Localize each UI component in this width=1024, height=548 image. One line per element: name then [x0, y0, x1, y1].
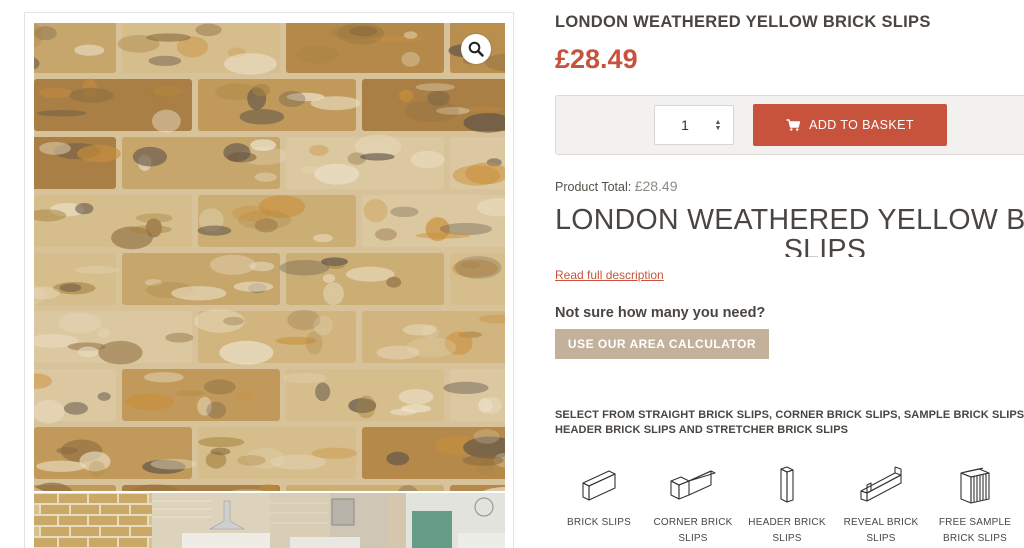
calculator-prompt: Not sure how many you need? — [555, 305, 766, 321]
product-total-label: Product Total: — [555, 180, 632, 194]
thumbnail-kitchen[interactable] — [152, 493, 270, 548]
brick — [198, 79, 361, 131]
zoom-button[interactable] — [461, 34, 491, 64]
thumbnail-living-room[interactable] — [388, 493, 505, 548]
description-preview: LONDON WEATHERED YELLOW BRICK SLIPS — [555, 205, 1024, 257]
add-to-basket-label: ADD TO BASKET — [809, 118, 914, 132]
slip-type-label: HEADER BRICK — [748, 517, 826, 528]
brick — [279, 253, 444, 306]
brick — [362, 79, 505, 133]
brick — [450, 137, 505, 189]
slip-type-corner-brick-slips[interactable]: CORNER BRICK SLIPS — [647, 463, 739, 547]
product-price: £28.49 — [555, 44, 638, 74]
brick — [34, 427, 197, 479]
description-heading: LONDON WEATHERED YELLOW BRICK SLIPS — [555, 205, 1024, 257]
read-full-description-link[interactable]: Read full description — [555, 268, 664, 282]
reveal-brick-icon — [860, 466, 902, 502]
brick — [197, 195, 356, 247]
brick — [34, 369, 116, 424]
brick — [34, 195, 192, 250]
brick — [286, 485, 444, 491]
brick — [362, 427, 505, 479]
brick — [450, 485, 505, 491]
brick — [286, 134, 445, 189]
slip-type-label-line2: SLIPS — [678, 533, 708, 544]
slip-type-label: BRICK SLIPS — [567, 517, 631, 528]
brick — [34, 23, 116, 73]
quantity-stepper[interactable]: 1 ▲ ▼ — [654, 105, 734, 145]
slip-type-label: FREE SAMPLE — [938, 517, 1012, 528]
brick — [282, 369, 444, 421]
product-gallery — [24, 12, 514, 548]
brick — [34, 78, 192, 133]
product-title: LONDON WEATHERED YELLOW BRICK SLIPS — [555, 13, 931, 31]
brick-wall-image — [34, 23, 505, 491]
brick — [34, 311, 194, 365]
slip-type-brick-slips[interactable]: BRICK SLIPS — [553, 463, 645, 531]
brick — [34, 137, 121, 189]
slip-type-header-brick-slips[interactable]: HEADER BRICK SLIPS — [741, 463, 833, 547]
quantity-spinner[interactable]: ▲ ▼ — [714, 119, 722, 133]
slip-type-options: BRICK SLIPS CORNER BRICK SLIPS HEADER BR… — [555, 463, 1024, 548]
chevron-down-icon[interactable]: ▼ — [715, 125, 722, 132]
brick — [362, 195, 505, 247]
slip-type-label-line2: SLIPS — [866, 533, 896, 544]
brick — [362, 311, 505, 363]
brick — [450, 253, 505, 305]
brick — [198, 427, 358, 479]
slip-type-label-line2: SLIPS — [772, 533, 802, 544]
thumbnail-bathroom[interactable] — [270, 493, 388, 548]
slip-type-free-sample[interactable]: FREE SAMPLE BRICK SLIPS — [929, 463, 1021, 547]
product-total-value: £28.49 — [634, 178, 678, 194]
slip-type-intro: SELECT FROM STRAIGHT BRICK SLIPS, CORNER… — [555, 409, 1024, 436]
product-total: Product Total: £28.49 — [555, 178, 678, 194]
brick — [122, 137, 289, 189]
brick — [443, 369, 505, 421]
area-calculator-button[interactable]: USE OUR AREA CALCULATOR — [555, 329, 769, 359]
slip-type-label: CORNER BRICK — [653, 517, 733, 528]
slip-type-label: REVEAL BRICK — [843, 517, 919, 528]
brick — [194, 309, 356, 365]
magnifier-icon — [468, 41, 484, 57]
bathroom-thumbnail — [270, 493, 388, 548]
product-summary: LONDON WEATHERED YELLOW BRICK SLIPS £28.… — [555, 0, 1024, 548]
brick-wall-thumbnail — [34, 493, 152, 548]
header-brick-icon — [780, 466, 794, 503]
add-to-cart-form: 1 ▲ ▼ ADD TO BASKET — [555, 95, 1024, 155]
brick — [286, 23, 444, 73]
main-product-image[interactable] — [34, 23, 505, 491]
brick — [34, 253, 120, 306]
sample-pack-icon — [960, 467, 990, 504]
thumbnail-brick-wall[interactable] — [34, 493, 152, 548]
corner-brick-icon — [670, 470, 716, 500]
cart-icon — [786, 119, 801, 131]
brick — [122, 369, 280, 421]
slip-type-label-line2: BRICK SLIPS — [943, 533, 1007, 544]
slip-type-reveal-brick-slips[interactable]: REVEAL BRICK SLIPS — [835, 463, 927, 547]
brick-slip-icon — [582, 470, 616, 501]
add-to-basket-button[interactable]: ADD TO BASKET — [753, 104, 947, 146]
brick — [117, 23, 280, 75]
living-room-thumbnail — [388, 493, 505, 548]
thumbnail-strip — [34, 493, 505, 548]
brick — [122, 253, 280, 305]
kitchen-thumbnail — [152, 493, 270, 548]
quantity-input[interactable]: 1 — [655, 117, 715, 133]
